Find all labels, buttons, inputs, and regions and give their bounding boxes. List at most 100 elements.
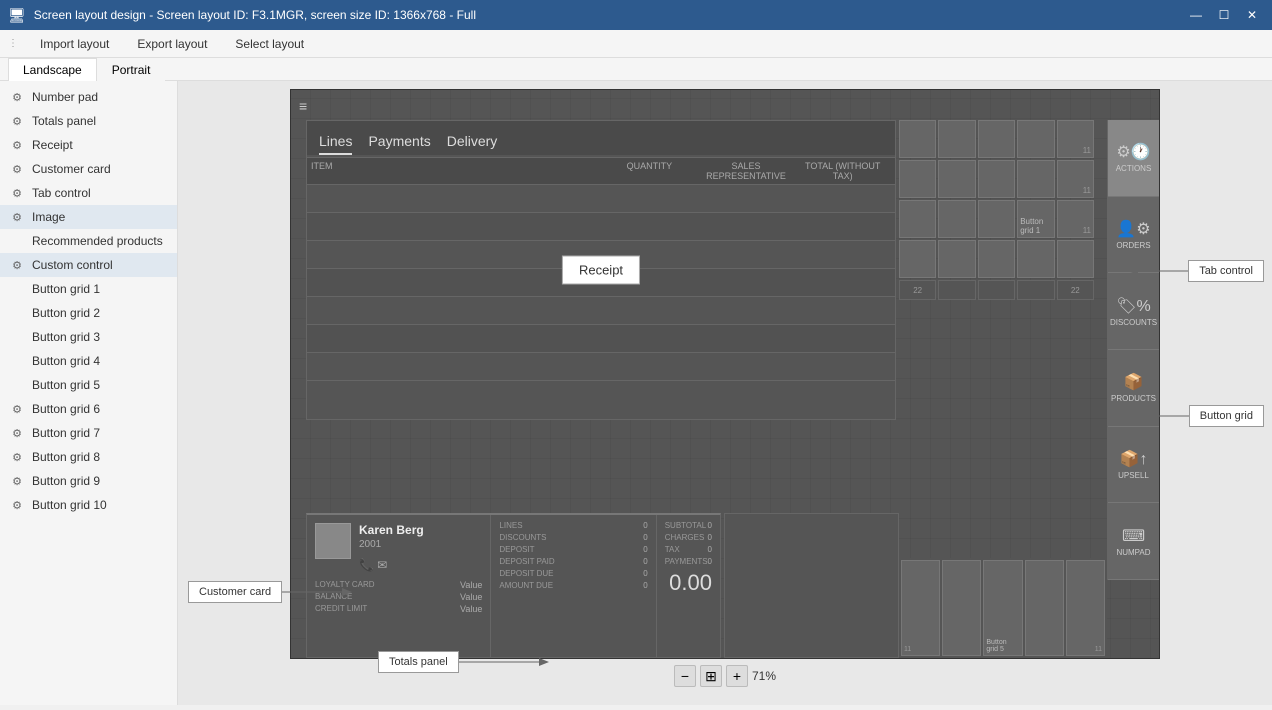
tab-portrait[interactable]: Portrait [97,58,166,81]
subtotal-value: 0 [708,521,712,530]
bottom-grid-cells: 11 Button grid 5 11 [899,558,1107,658]
sidebar-item-number-pad[interactable]: ⚙ Number pad [0,85,177,109]
zoom-value: 71% [752,669,776,683]
row-num [938,280,975,300]
row-num [1017,280,1054,300]
select-layout-menu[interactable]: Select layout [229,33,310,55]
customer-card-label: Customer card [188,581,282,603]
sidebar-item-button-grid-7[interactable]: ⚙ Button grid 7 [0,421,177,445]
action-btn-actions[interactable]: ⚙🕐 ACTIONS [1108,120,1159,197]
table-row[interactable] [307,297,895,325]
payments-row: PAYMENTS 0 [665,557,712,566]
table-row[interactable] [307,185,895,213]
btn-cell[interactable] [938,120,975,158]
minimize-button[interactable]: — [1184,5,1208,25]
sidebar-item-customer-card[interactable]: ⚙ Customer card [0,157,177,181]
btn-cell[interactable] [978,160,1015,198]
btn-cell[interactable] [978,120,1015,158]
gear-icon: ⚙ [10,402,24,416]
menu-bar: ⋮ Import layout Export layout Select lay… [0,30,1272,58]
btn-cell[interactable] [899,200,936,238]
charges-label: CHARGES [665,533,705,542]
btn-cell[interactable] [942,560,981,656]
deposit-value: 0 [643,545,647,554]
tab-landscape[interactable]: Landscape [8,58,97,81]
discounts-row: DISCOUNTS 0 [499,533,647,542]
sidebar-item-button-grid-6[interactable]: ⚙ Button grid 6 [0,397,177,421]
btn-cell[interactable] [938,200,975,238]
btn-cell[interactable] [899,160,936,198]
tab-delivery[interactable]: Delivery [447,129,498,155]
action-btn-numpad[interactable]: ⌨ NUMPAD [1108,503,1159,580]
btn-cell[interactable] [938,240,975,278]
zoom-fit-button[interactable]: ⊞ [700,665,722,687]
export-layout-menu[interactable]: Export layout [131,33,213,55]
hamburger-icon: ≡ [299,98,307,114]
totals-left: LINES 0 DISCOUNTS 0 DEPOSIT 0 DEPOSIT PA… [490,515,655,657]
table-row[interactable] [307,325,895,353]
table-row[interactable] [307,213,895,241]
sidebar-item-button-grid-8[interactable]: ⚙ Button grid 8 [0,445,177,469]
sidebar-item-button-grid-4[interactable]: ⚙ Button grid 4 [0,349,177,373]
maximize-button[interactable]: ☐ [1212,5,1236,25]
sidebar-item-button-grid-1[interactable]: ⚙ Button grid 1 [0,277,177,301]
tab-lines[interactable]: Lines [319,129,352,155]
button-grid-row-2: 11 [899,160,1094,198]
zoom-in-button[interactable]: + [726,665,748,687]
import-layout-menu[interactable]: Import layout [34,33,115,55]
sidebar-item-button-grid-5[interactable]: ⚙ Button grid 5 [0,373,177,397]
btn-cell[interactable]: 11 [901,560,940,656]
deposit-paid-value: 0 [643,557,647,566]
email-icon: ✉ [377,558,387,572]
action-btn-label: DISCOUNTS [1110,318,1157,327]
button-grid-row-3: Button grid 1 11 [899,200,1094,238]
btn-cell[interactable] [978,200,1015,238]
table-row[interactable] [307,353,895,381]
tab-payments[interactable]: Payments [368,129,430,155]
sidebar-item-tab-control[interactable]: ⚙ Tab control [0,181,177,205]
gear-icon: ⚙ [10,162,24,176]
gear-icon: ⚙ [10,210,24,224]
tax-label: TAX [665,545,680,554]
btn-cell[interactable]: 11 [1057,200,1094,238]
totals-panel-preview [724,513,899,658]
customer-name: Karen Berg [359,523,424,537]
sidebar-item-image[interactable]: ⚙ Image [0,205,177,229]
sidebar-item-button-grid-10[interactable]: ⚙ Button grid 10 [0,493,177,517]
action-btn-upsell[interactable]: 📦↑ UPSELL [1108,427,1159,504]
discounts-value: 0 [643,533,647,542]
btn-cell[interactable] [899,120,936,158]
balance-value: Value [460,592,482,602]
sidebar-item-totals-panel[interactable]: ⚙ Totals panel [0,109,177,133]
sidebar-item-button-grid-9[interactable]: ⚙ Button grid 9 [0,469,177,493]
btn-cell[interactable] [1017,120,1054,158]
window-controls: — ☐ ✕ [1184,5,1264,25]
btn-cell[interactable]: 11 [1066,560,1105,656]
payments-label: PAYMENTS [665,557,708,566]
sidebar-item-recommended[interactable]: ⚙ Recommended products [0,229,177,253]
tax-value: 0 [708,545,712,554]
deposit-due-row: DEPOSIT DUE 0 [499,569,647,578]
sidebar-item-custom-control[interactable]: ⚙ Custom control [0,253,177,277]
btn-cell[interactable] [1017,160,1054,198]
btn-cell[interactable] [1057,240,1094,278]
gear-icon: ⚙ [10,474,24,488]
btn-cell[interactable] [978,240,1015,278]
btn-cell[interactable] [938,160,975,198]
btn-cell[interactable] [1017,240,1054,278]
zoom-out-button[interactable]: − [674,665,696,687]
sidebar-item-button-grid-3[interactable]: ⚙ Button grid 3 [0,325,177,349]
btn-cell[interactable]: Button grid 5 [983,560,1022,656]
btn-cell[interactable] [1025,560,1064,656]
sidebar-item-button-grid-2[interactable]: ⚙ Button grid 2 [0,301,177,325]
customer-card-annotation: Customer card [188,577,362,607]
lines-value: 0 [643,521,647,530]
btn-cell[interactable]: Button grid 1 [1017,200,1054,238]
products-icon: 📦 [1124,372,1144,392]
totals-panel-label: Totals panel [378,651,459,673]
btn-cell[interactable]: 11 [1057,120,1094,158]
sidebar-item-receipt[interactable]: ⚙ Receipt [0,133,177,157]
btn-cell[interactable]: 11 [1057,160,1094,198]
close-button[interactable]: ✕ [1240,5,1264,25]
btn-cell[interactable] [899,240,936,278]
